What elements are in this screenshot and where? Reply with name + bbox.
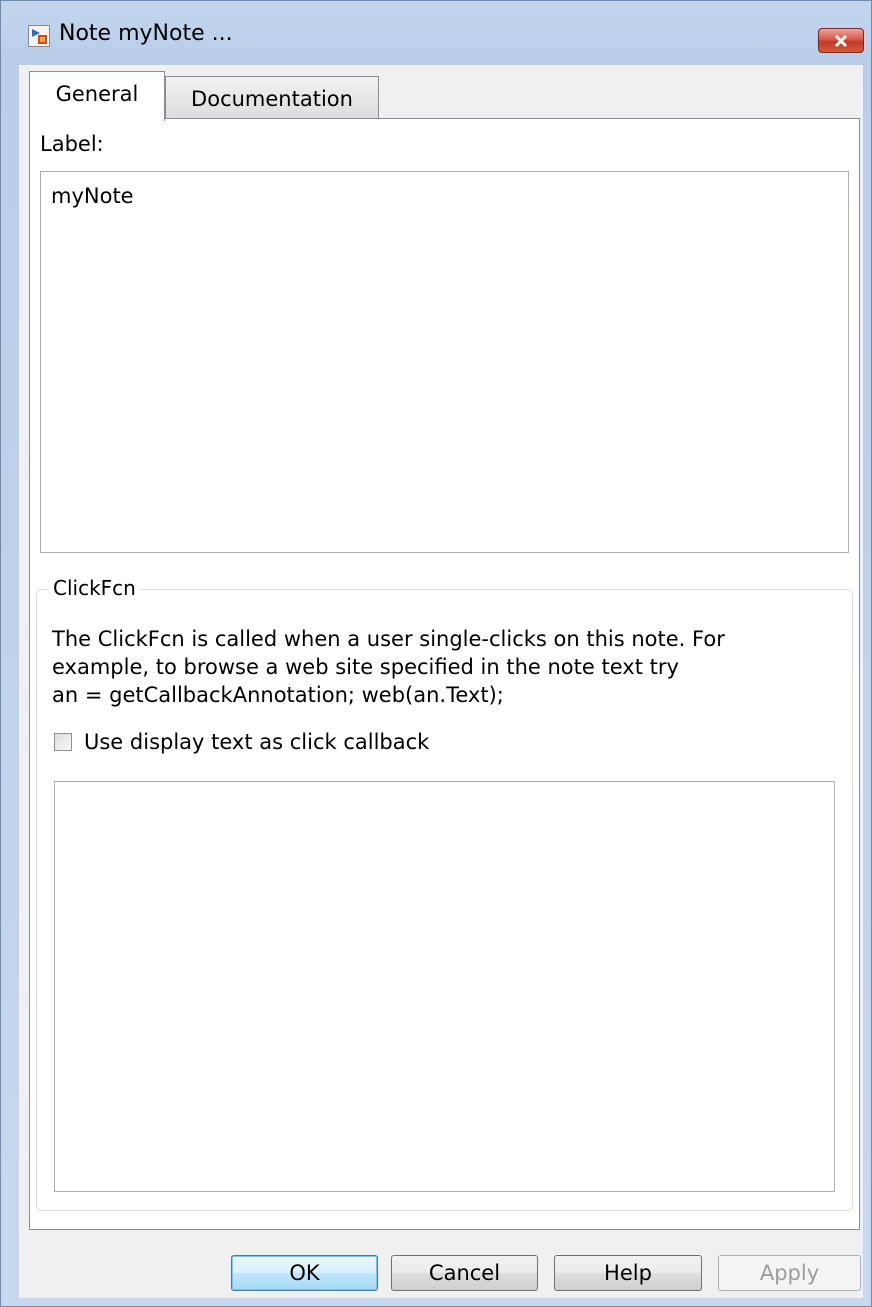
- simulink-note-icon: [28, 25, 50, 47]
- tab-general[interactable]: General: [29, 71, 165, 121]
- description-line: example, to browse a web site specified …: [52, 655, 679, 679]
- ok-button[interactable]: OK: [231, 1255, 378, 1291]
- apply-button[interactable]: Apply: [718, 1255, 861, 1291]
- help-button[interactable]: Help: [554, 1255, 702, 1291]
- clickfcn-description: The ClickFcn is called when a user singl…: [52, 625, 842, 709]
- callback-text-field[interactable]: [54, 781, 835, 1192]
- label-heading: Label:: [40, 132, 104, 156]
- clickfcn-legend: ClickFcn: [49, 576, 140, 600]
- label-text-field[interactable]: myNote: [40, 171, 849, 553]
- general-tab-panel: Label: myNote ClickFcn The ClickFcn is c…: [29, 118, 860, 1230]
- use-display-text-row[interactable]: Use display text as click callback: [54, 730, 429, 754]
- cancel-button[interactable]: Cancel: [391, 1255, 538, 1291]
- use-display-text-checkbox[interactable]: [54, 733, 72, 751]
- window-title: Note myNote ...: [59, 21, 233, 46]
- description-line: an = getCallbackAnnotation; web(an.Text)…: [52, 683, 504, 707]
- button-bar: OK Cancel Help Apply: [19, 1230, 863, 1298]
- close-icon: [834, 34, 848, 47]
- title-bar[interactable]: Note myNote ...: [1, 1, 871, 53]
- dialog-client-area: General Documentation Label: myNote Clic…: [19, 65, 863, 1298]
- description-line: The ClickFcn is called when a user singl…: [52, 627, 725, 651]
- use-display-text-label[interactable]: Use display text as click callback: [84, 730, 429, 754]
- note-dialog-window: Note myNote ... General Documentation La…: [0, 0, 872, 1307]
- close-button[interactable]: [818, 28, 864, 53]
- tab-documentation[interactable]: Documentation: [165, 76, 379, 120]
